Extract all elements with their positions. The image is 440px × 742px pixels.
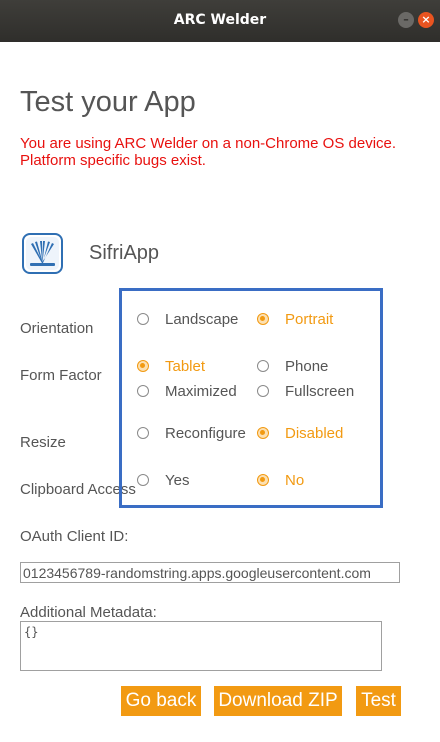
download-zip-button[interactable]: Download ZIP (214, 686, 342, 716)
orientation-label: Orientation (20, 320, 94, 337)
additional-metadata-label: Additional Metadata: (20, 604, 157, 621)
go-back-button[interactable]: Go back (121, 686, 201, 716)
oauth-client-id-input[interactable]: 0123456789-randomstring.apps.googleuserc… (20, 562, 400, 583)
minimize-icon[interactable]: – (398, 12, 414, 28)
title-bar: ARC Welder – × (0, 0, 440, 42)
books-icon (22, 233, 63, 274)
window-title: ARC Welder (173, 12, 267, 28)
app-name: SifriApp (89, 242, 160, 264)
form-factor-label: Form Factor (20, 367, 102, 384)
page-title: Test your App (20, 86, 196, 118)
test-button[interactable]: Test (356, 686, 401, 716)
oauth-client-id-label: OAuth Client ID: (20, 528, 129, 545)
options-highlight-box (119, 288, 383, 508)
close-icon[interactable]: × (418, 12, 434, 28)
resize-label: Resize (20, 434, 66, 451)
platform-warning: You are using ARC Welder on a non-Chrome… (20, 135, 397, 169)
additional-metadata-textarea[interactable]: {} (20, 621, 382, 671)
